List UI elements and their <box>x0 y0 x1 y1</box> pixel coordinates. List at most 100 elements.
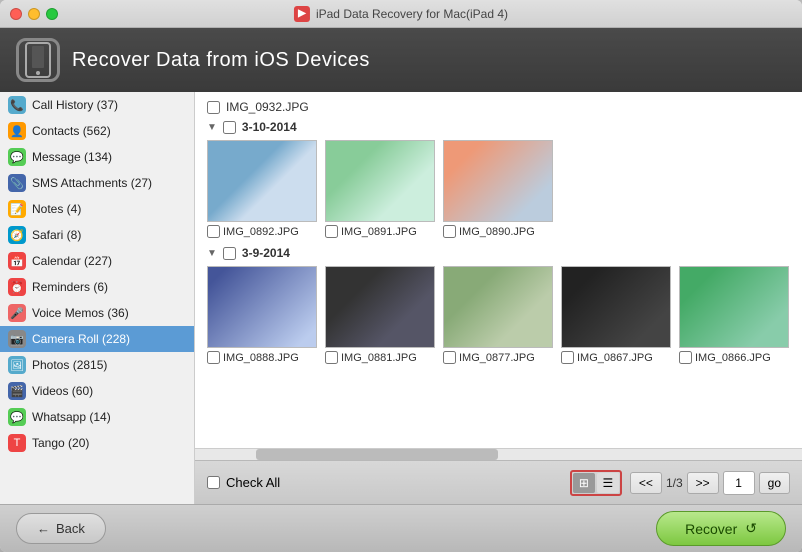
sidebar-item-safari[interactable]: 🧭 Safari (8) <box>0 222 194 248</box>
single-image-label: IMG_0932.JPG <box>226 100 309 114</box>
sidebar-item-label-call-history: Call History (37) <box>32 98 118 112</box>
call-history-icon: 📞 <box>8 96 26 114</box>
sidebar-item-message[interactable]: 💬 Message (134) <box>0 144 194 170</box>
sidebar-item-photos[interactable]: 🖼Photos (2815) <box>0 352 194 378</box>
pager: << 1/3 >> go <box>630 471 790 495</box>
voice-memos-icon: 🎤 <box>8 304 26 322</box>
sidebar-item-voice-memos[interactable]: 🎤Voice Memos (36) <box>0 300 194 326</box>
maximize-button[interactable] <box>46 8 58 20</box>
sidebar-item-calendar[interactable]: 📅Calendar (227) <box>0 248 194 274</box>
thumb-checkbox-1-4[interactable] <box>679 351 692 364</box>
thumb-checkbox-0-2[interactable] <box>443 225 456 238</box>
sidebar-item-sms-attachments[interactable]: 📎SMS Attachments (27) <box>0 170 194 196</box>
thumb-label-row-0-2: IMG_0890.JPG <box>443 225 535 238</box>
thumb-checkbox-1-1[interactable] <box>325 351 338 364</box>
sidebar-item-reminders[interactable]: ⏰Reminders (6) <box>0 274 194 300</box>
thumb-image-1-1[interactable] <box>325 266 435 348</box>
thumb-cell-1-3: IMG_0867.JPG <box>561 266 671 364</box>
thumb-cell-1-2: IMG_0877.JPG <box>443 266 553 364</box>
group-checkbox-0[interactable] <box>223 121 236 134</box>
header-title: Recover Data from iOS Devices <box>72 49 370 72</box>
app-window: ▶ iPad Data Recovery for Mac(iPad 4) Rec… <box>0 0 802 552</box>
thumb-cell-0-2: IMG_0890.JPG <box>443 140 553 238</box>
group-arrow-icon[interactable]: ▼ <box>207 248 217 259</box>
next-next-button[interactable]: >> <box>687 472 719 494</box>
sidebar-item-whatsapp[interactable]: 💬Whatsapp (14) <box>0 404 194 430</box>
sidebar-item-call-history[interactable]: 📞 Call History (37) <box>0 92 194 118</box>
recover-label: Recover <box>685 521 737 537</box>
app-icon: ▶ <box>294 6 310 22</box>
thumb-filename-1-4: IMG_0866.JPG <box>695 352 771 364</box>
content-area: IMG_0932.JPG ▼3-10-2014IMG_0892.JPGIMG_0… <box>195 92 802 504</box>
camera-roll-icon: 📷 <box>8 330 26 348</box>
horizontal-scrollbar[interactable] <box>195 448 802 460</box>
close-button[interactable] <box>10 8 22 20</box>
thumb-filename-1-3: IMG_0867.JPG <box>577 352 653 364</box>
sidebar-item-videos[interactable]: 🎬Videos (60) <box>0 378 194 404</box>
recover-button[interactable]: Recover ↺ <box>656 511 786 546</box>
sidebar-item-label-safari: Safari (8) <box>32 228 81 242</box>
thumb-image-1-2[interactable] <box>443 266 553 348</box>
sidebar-item-camera-roll[interactable]: 📷 Camera Roll (228) <box>0 326 194 352</box>
back-arrow-icon: ← <box>37 521 50 536</box>
sidebar-item-label-message: Message (134) <box>32 150 112 164</box>
calendar-icon: 📅 <box>8 252 26 270</box>
safari-icon: 🧭 <box>8 226 26 244</box>
thumb-cell-1-0: IMG_0888.JPG <box>207 266 317 364</box>
thumb-label-row-1-2: IMG_0877.JPG <box>443 351 535 364</box>
group-header-1: ▼3-9-2014 <box>207 246 790 260</box>
group-arrow-icon[interactable]: ▼ <box>207 122 217 133</box>
thumb-label-row-1-1: IMG_0881.JPG <box>325 351 417 364</box>
thumb-image-0-2[interactable] <box>443 140 553 222</box>
back-button[interactable]: ← Back <box>16 513 106 544</box>
thumb-checkbox-0-1[interactable] <box>325 225 338 238</box>
thumb-label-row-1-3: IMG_0867.JPG <box>561 351 653 364</box>
thumb-cell-1-1: IMG_0881.JPG <box>325 266 435 364</box>
group-header-0: ▼ 3-10-2014 <box>207 120 790 134</box>
thumb-image-0-0[interactable] <box>207 140 317 222</box>
group-checkbox-1[interactable] <box>223 247 236 260</box>
thumb-image-1-3[interactable] <box>561 266 671 348</box>
go-button[interactable]: go <box>759 472 790 494</box>
sidebar-item-contacts[interactable]: 👤Contacts (562) <box>0 118 194 144</box>
thumb-checkbox-1-0[interactable] <box>207 351 220 364</box>
traffic-lights <box>10 8 58 20</box>
thumb-image-0-1[interactable] <box>325 140 435 222</box>
thumb-row-1: IMG_0888.JPG IMG_0881.JPG IMG_0877.JPG IMG_… <box>207 266 790 364</box>
minimize-button[interactable] <box>28 8 40 20</box>
single-image-checkbox[interactable] <box>207 101 220 114</box>
view-mode-buttons: ⊞ ☰ <box>570 470 622 496</box>
prev-prev-button[interactable]: << <box>630 472 662 494</box>
thumb-filename-1-2: IMG_0877.JPG <box>459 352 535 364</box>
thumb-cell-1-4: IMG_0866.JPG <box>679 266 789 364</box>
check-all-container: Check All <box>207 475 280 490</box>
thumb-checkbox-1-3[interactable] <box>561 351 574 364</box>
sidebar-item-label-whatsapp: Whatsapp (14) <box>32 410 111 424</box>
sidebar-item-tango[interactable]: TTango (20) <box>0 430 194 456</box>
header: Recover Data from iOS Devices <box>0 28 802 92</box>
photos-icon: 🖼 <box>8 356 26 374</box>
sidebar-item-label-notes: Notes (4) <box>32 202 81 216</box>
thumb-label-row-0-0: IMG_0892.JPG <box>207 225 299 238</box>
page-input[interactable] <box>723 471 755 495</box>
list-view-button[interactable]: ☰ <box>597 473 619 493</box>
thumb-checkbox-0-0[interactable] <box>207 225 220 238</box>
thumb-image-1-0[interactable] <box>207 266 317 348</box>
photo-grid[interactable]: IMG_0932.JPG ▼3-10-2014IMG_0892.JPGIMG_0… <box>195 92 802 448</box>
sidebar: 📞 Call History (37) 👤Contacts (562) 💬 Messag… <box>0 92 195 504</box>
grid-view-button[interactable]: ⊞ <box>573 473 595 493</box>
group-date-0: 3-10-2014 <box>242 120 297 134</box>
single-image-row: IMG_0932.JPG <box>207 100 790 114</box>
thumb-filename-0-2: IMG_0890.JPG <box>459 226 535 238</box>
thumb-label-row-1-0: IMG_0888.JPG <box>207 351 299 364</box>
window-title: ▶ iPad Data Recovery for Mac(iPad 4) <box>294 6 508 22</box>
thumb-image-1-4[interactable] <box>679 266 789 348</box>
sidebar-item-label-camera-roll: Camera Roll (228) <box>32 332 130 346</box>
thumb-row-0: IMG_0892.JPGIMG_0891.JPGIMG_0890.JPG <box>207 140 790 238</box>
thumb-checkbox-1-2[interactable] <box>443 351 456 364</box>
check-all-checkbox[interactable] <box>207 476 220 489</box>
sidebar-item-notes[interactable]: 📝Notes (4) <box>0 196 194 222</box>
message-icon: 💬 <box>8 148 26 166</box>
videos-icon: 🎬 <box>8 382 26 400</box>
recover-icon: ↺ <box>745 520 757 537</box>
